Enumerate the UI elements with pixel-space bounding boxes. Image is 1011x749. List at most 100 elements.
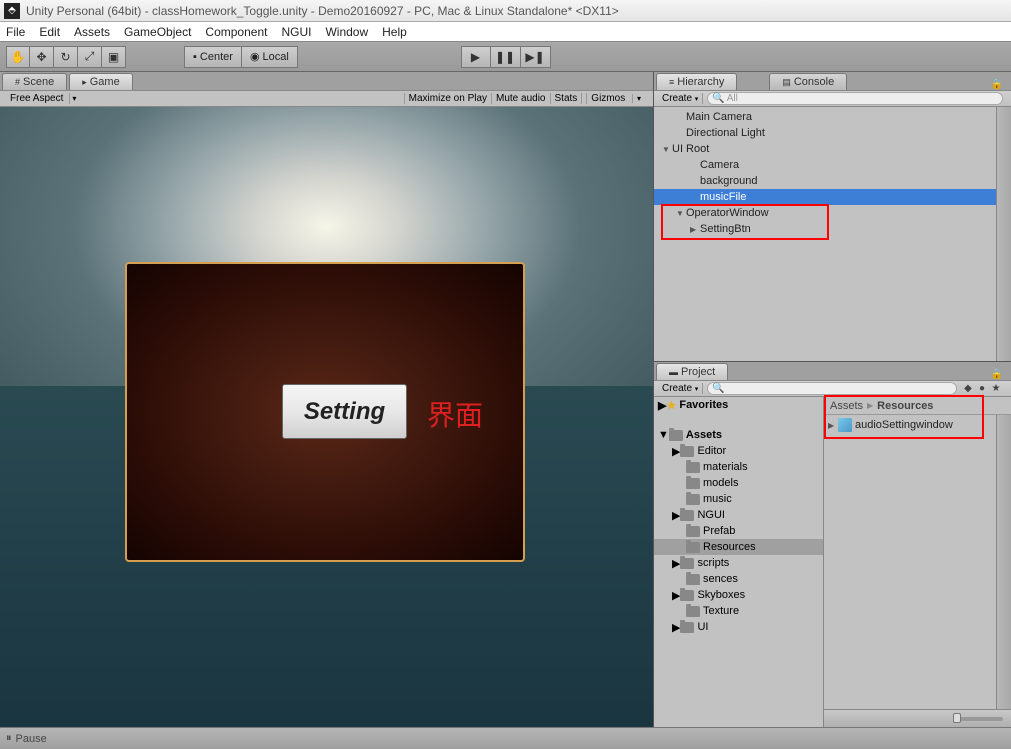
operator-window-panel: Setting 界面 — [125, 262, 525, 562]
step-button[interactable]: ▶❚ — [521, 46, 551, 68]
hierarchy-create-dropdown[interactable]: Create ▾ — [658, 93, 703, 104]
hierarchy-item-musicfile[interactable]: musicFile — [654, 189, 1011, 205]
hierarchy-item-directional-light[interactable]: Directional Light — [654, 125, 1011, 141]
mute-audio-toggle[interactable]: Mute audio — [491, 93, 549, 104]
tab-console[interactable]: ▤Console — [769, 73, 847, 90]
hierarchy-item-camera[interactable]: Camera — [654, 157, 1011, 173]
menu-assets[interactable]: Assets — [74, 25, 110, 39]
folder-resources[interactable]: Resources — [654, 539, 823, 555]
lock-icon[interactable]: 🔒 — [991, 79, 1003, 90]
main-toolbar: ✋ ✥ ↻ ⤢ ▣ ▪ Center ◉ Local ▶ ❚❚ ▶❚ — [0, 42, 1011, 72]
menu-window[interactable]: Window — [325, 25, 368, 39]
aspect-dropdown-arrow-icon: ▾ — [72, 94, 76, 103]
scale-tool-button[interactable]: ⤢ — [78, 46, 102, 68]
project-favorites[interactable]: ▶★Favorites — [654, 397, 823, 413]
game-view-toolbar: Free Aspect ▾ Maximize on Play Mute audi… — [0, 90, 653, 107]
folder-scripts[interactable]: ▶scripts — [654, 555, 823, 571]
folder-sences[interactable]: sences — [654, 571, 823, 587]
tab-game[interactable]: ▸Game — [69, 73, 133, 90]
rotate-tool-button[interactable]: ↻ — [54, 46, 78, 68]
maximize-on-play-toggle[interactable]: Maximize on Play — [404, 93, 491, 104]
game-view[interactable]: Setting 界面 — [0, 107, 653, 727]
project-folder-tree[interactable]: ▶★Favorites ▼Assets ▶Editor materials mo… — [654, 397, 824, 727]
tab-scene[interactable]: #Scene — [2, 73, 67, 90]
play-controls: ▶ ❚❚ ▶❚ — [461, 46, 551, 68]
pivot-center-button[interactable]: ▪ Center — [184, 46, 242, 68]
project-tab-header: ▬Project 🔒 — [654, 362, 1011, 380]
asset-audio-setting-window[interactable]: ▶ audioSettingwindow — [828, 417, 1007, 433]
hierarchy-panel: ≡Hierarchy ▤Console 🔒 Create ▾ 🔍All Main… — [654, 72, 1011, 362]
folder-texture[interactable]: Texture — [654, 603, 823, 619]
project-search-input[interactable]: 🔍 — [707, 382, 957, 395]
folder-ui[interactable]: ▶UI — [654, 619, 823, 635]
project-filter-icons: ◆ ● ★ — [961, 383, 1003, 394]
filter-by-type-icon[interactable]: ◆ — [961, 383, 975, 394]
move-tool-button[interactable]: ✥ — [30, 46, 54, 68]
tab-project[interactable]: ▬Project — [656, 363, 728, 380]
pause-status-icon: ⏸ — [6, 732, 12, 745]
prefab-icon — [838, 418, 852, 432]
project-item-list[interactable]: ▶ audioSettingwindow — [824, 415, 1011, 727]
pause-button[interactable]: ❚❚ — [491, 46, 521, 68]
stats-toggle[interactable]: Stats — [550, 93, 582, 104]
project-content-area: Assets ▶ Resources ▶ audioSettingwindow — [824, 397, 1011, 727]
hierarchy-search-input[interactable]: 🔍All — [707, 92, 1003, 105]
hierarchy-scrollbar[interactable] — [996, 107, 1011, 361]
folder-ngui[interactable]: ▶NGUI — [654, 507, 823, 523]
rect-tool-button[interactable]: ▣ — [102, 46, 126, 68]
play-button[interactable]: ▶ — [461, 46, 491, 68]
hierarchy-item-background[interactable]: background — [654, 173, 1011, 189]
hierarchy-item-operator-window[interactable]: ▼OperatorWindow — [654, 205, 1011, 221]
filter-by-label-icon[interactable]: ● — [975, 383, 989, 394]
hand-tool-button[interactable]: ✋ — [6, 46, 30, 68]
lock-icon[interactable]: 🔒 — [991, 369, 1003, 380]
project-zoom-slider[interactable] — [953, 717, 1003, 721]
setting-button[interactable]: Setting — [282, 384, 407, 439]
breadcrumb-assets[interactable]: Assets — [830, 400, 863, 412]
window-title: Unity Personal (64bit) - classHomework_T… — [26, 4, 619, 18]
hierarchy-tab-header: ≡Hierarchy ▤Console 🔒 — [654, 72, 1011, 90]
project-create-dropdown[interactable]: Create ▾ — [658, 383, 703, 394]
folder-prefab[interactable]: Prefab — [654, 523, 823, 539]
breadcrumb-separator-icon: ▶ — [867, 401, 873, 410]
menu-help[interactable]: Help — [382, 25, 407, 39]
project-breadcrumb: Assets ▶ Resources — [824, 397, 1011, 415]
save-search-icon[interactable]: ★ — [989, 383, 1003, 394]
main-area: #Scene ▸Game Free Aspect ▾ Maximize on P… — [0, 72, 1011, 727]
hierarchy-toolbar: Create ▾ 🔍All — [654, 90, 1011, 107]
project-body: ▶★Favorites ▼Assets ▶Editor materials mo… — [654, 397, 1011, 727]
menu-edit[interactable]: Edit — [39, 25, 60, 39]
pivot-local-button[interactable]: ◉ Local — [242, 46, 298, 68]
folder-editor[interactable]: ▶Editor — [654, 443, 823, 459]
project-panel: ▬Project 🔒 Create ▾ 🔍 ◆ ● ★ ▶★Favorites … — [654, 362, 1011, 727]
tab-hierarchy[interactable]: ≡Hierarchy — [656, 73, 737, 90]
status-text: Pause — [16, 733, 47, 745]
project-toolbar: Create ▾ 🔍 ◆ ● ★ — [654, 380, 1011, 397]
status-bar: ⏸ Pause — [0, 727, 1011, 749]
gizmos-dropdown[interactable]: Gizmos ▾ — [581, 93, 649, 104]
folder-models[interactable]: models — [654, 475, 823, 491]
hierarchy-tree[interactable]: Main Camera Directional Light ▼UI Root C… — [654, 107, 1011, 361]
project-scrollbar[interactable] — [996, 415, 1011, 709]
menu-component[interactable]: Component — [205, 25, 267, 39]
menu-file[interactable]: File — [6, 25, 25, 39]
scene-game-tab-header: #Scene ▸Game — [0, 72, 653, 90]
left-panel: #Scene ▸Game Free Aspect ▾ Maximize on P… — [0, 72, 654, 727]
aspect-dropdown[interactable]: Free Aspect — [4, 93, 70, 104]
project-assets-root[interactable]: ▼Assets — [654, 427, 823, 443]
menu-gameobject[interactable]: GameObject — [124, 25, 191, 39]
menu-ngui[interactable]: NGUI — [281, 25, 311, 39]
window-titlebar: ⬘ Unity Personal (64bit) - classHomework… — [0, 0, 1011, 22]
breadcrumb-resources[interactable]: Resources — [877, 400, 933, 412]
hierarchy-item-main-camera[interactable]: Main Camera — [654, 109, 1011, 125]
folder-materials[interactable]: materials — [654, 459, 823, 475]
folder-music[interactable]: music — [654, 491, 823, 507]
project-footer — [824, 709, 1011, 727]
right-column: ≡Hierarchy ▤Console 🔒 Create ▾ 🔍All Main… — [654, 72, 1011, 727]
transform-tool-group: ✋ ✥ ↻ ⤢ ▣ — [6, 46, 126, 68]
folder-skyboxes[interactable]: ▶Skyboxes — [654, 587, 823, 603]
hierarchy-item-ui-root[interactable]: ▼UI Root — [654, 141, 1011, 157]
annotation-label: 界面 — [427, 394, 483, 434]
menu-bar: File Edit Assets GameObject Component NG… — [0, 22, 1011, 42]
hierarchy-item-setting-btn[interactable]: ▶SettingBtn — [654, 221, 1011, 237]
